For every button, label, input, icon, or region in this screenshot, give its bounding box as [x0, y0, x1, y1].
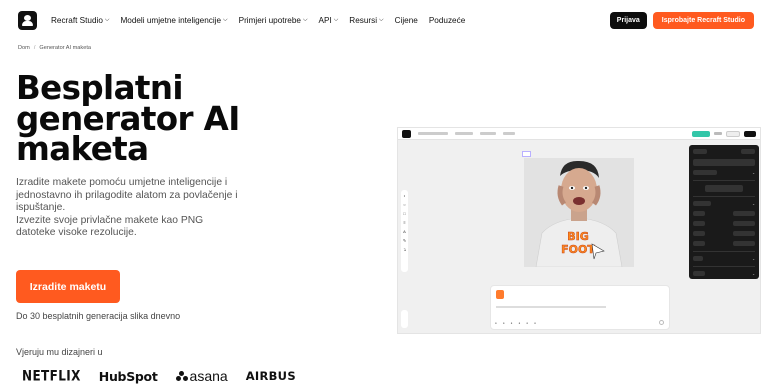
app-share-pill: [692, 130, 710, 137]
nav-item-ai-models[interactable]: Modeli umjetne inteligencije ⌵: [120, 16, 227, 25]
breadcrumb-home-link[interactable]: Dom: [18, 45, 30, 51]
netflix-logo: NETFLIX: [22, 367, 81, 385]
chevron-down-icon: ⌵: [223, 16, 228, 23]
prompt-thumbnail: [496, 290, 504, 299]
nav-item-pricing[interactable]: Cijene: [395, 16, 418, 25]
chevron-down-icon: ⌵: [104, 16, 110, 23]
nav-item-company[interactable]: Poduzeće: [429, 16, 465, 25]
trusted-by-label: Vjeruju mu dizajneri u: [16, 347, 103, 357]
shirt-print-big: BIG: [567, 230, 589, 243]
app-settings-panel: ⌄ ⌄ ⌄ ⌄: [689, 145, 759, 279]
asana-logo: asana: [175, 368, 228, 384]
nav-item-recraft-studio[interactable]: Recraft Studio ⌵: [51, 16, 109, 25]
app-logo-icon: [402, 129, 411, 138]
try-recraft-studio-button[interactable]: Isprobajte Recraft Studio: [652, 11, 754, 29]
recraft-logo-icon[interactable]: [18, 10, 37, 30]
nav-menu: Recraft Studio ⌵ Modeli umjetne inteligen…: [51, 16, 465, 25]
airbus-logo: AIRBUS: [245, 369, 296, 383]
free-generations-note: Do 30 besplatnih generacija slika dnevno: [16, 311, 181, 321]
page-title: Besplatni generator AI maketa: [16, 69, 240, 168]
canvas-frame-tag: [522, 151, 532, 157]
hubspot-logo: HubSpot: [98, 368, 158, 384]
chevron-down-icon: ⌵: [302, 16, 308, 23]
nav-item-api[interactable]: API ⌵: [319, 16, 339, 25]
nav-item-use-cases[interactable]: Primjeri upotrebe ⌵: [239, 16, 308, 25]
top-nav: Recraft Studio ⌵ Modeli umjetne inteligen…: [0, 0, 766, 40]
prompt-card: ● ● ● ● ● ●: [490, 285, 670, 330]
nav-item-resources[interactable]: Resursi ⌵: [349, 16, 383, 25]
app-preview-topbar: [398, 128, 760, 140]
create-mockup-button[interactable]: Izradite maketu: [16, 270, 120, 303]
chevron-down-icon: ⌵: [379, 16, 384, 23]
asana-dots-icon: [175, 371, 188, 381]
mockup-image: BIG FOOT: [524, 158, 634, 267]
breadcrumb-current: Generator AI maketa: [39, 45, 91, 51]
hero-description: Izradite makete pomoću umjetne inteligen…: [16, 177, 238, 239]
shirt-print-foot: FOOT: [561, 243, 595, 256]
app-preview-screenshot: • ○ □ ≡ A ✎ ↴ BIG FOOT ● ● ● ● ● ● ⌄ ⌄ ⌄…: [397, 127, 761, 334]
breadcrumb: Dom / Generator AI maketa: [18, 45, 91, 51]
app-left-toolbar: • ○ □ ≡ A ✎ ↴: [401, 190, 408, 272]
brand-logos: NETFLIX HubSpot asana AIRBUS: [22, 368, 296, 384]
login-button[interactable]: Prijava: [609, 11, 647, 29]
breadcrumb-separator: /: [33, 45, 36, 51]
chevron-down-icon: ⌵: [333, 16, 339, 23]
nav-actions: Prijava Isprobajte Recraft Studio: [609, 11, 754, 29]
